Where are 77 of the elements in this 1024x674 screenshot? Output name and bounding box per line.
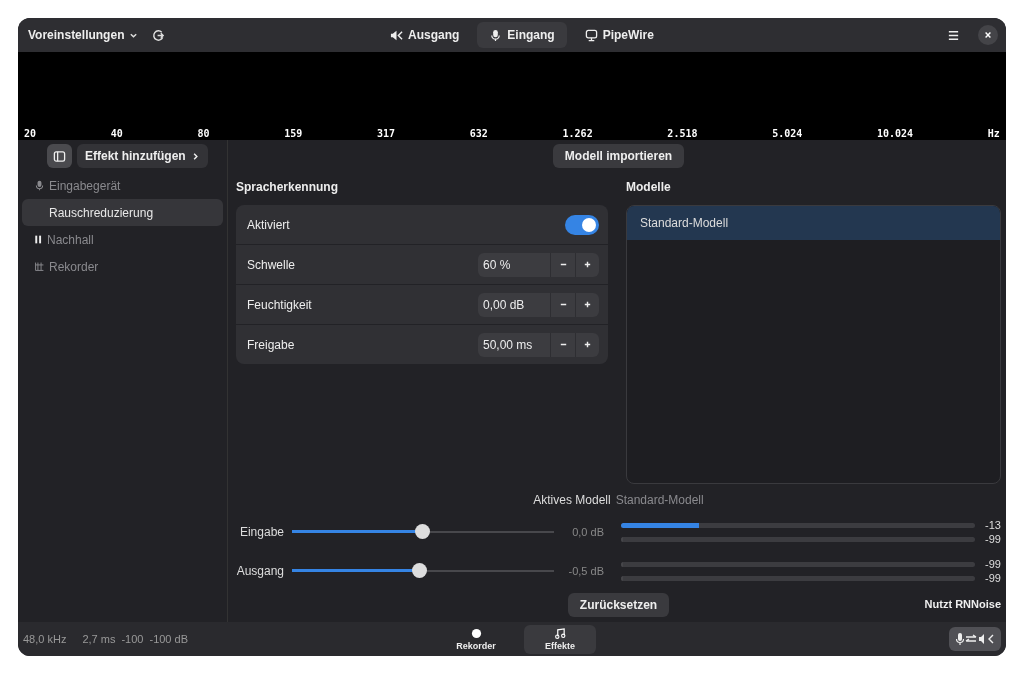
music-note-icon <box>554 628 566 639</box>
frequency-label: 80 <box>197 128 210 139</box>
toggle-switch[interactable] <box>565 214 599 235</box>
active-model-label: Aktives Modell <box>533 493 611 507</box>
circular-arrow-icon[interactable] <box>152 28 166 42</box>
routing-button[interactable] <box>949 627 1001 651</box>
increase-button[interactable] <box>575 292 599 317</box>
status-reading: -100 dB <box>149 633 188 645</box>
gain-reading: -0,5 dB <box>567 565 604 577</box>
meter-reading: -13 <box>984 519 1001 531</box>
increase-button[interactable] <box>575 332 599 357</box>
bottom-tab[interactable]: Effekte <box>524 625 596 654</box>
frequency-label: 1.262 <box>562 128 593 139</box>
decrease-button[interactable] <box>551 252 575 277</box>
microphone-icon <box>489 28 503 42</box>
frequency-label: 632 <box>469 128 488 139</box>
status-reading: 2,7 ms <box>82 633 116 645</box>
value-field[interactable]: 50,00 ms <box>478 332 551 357</box>
frequency-label: Hz <box>987 128 1000 139</box>
sidebar-icon <box>53 149 66 163</box>
import-model-button[interactable]: Modell importieren <box>552 144 685 168</box>
frequency-label: 20 <box>24 128 37 139</box>
status-reading: 48,0 kHz <box>23 633 67 645</box>
status-reading: -100 <box>121 633 144 645</box>
meter-reading: -99 <box>984 572 1001 584</box>
gain-slider[interactable] <box>292 524 554 540</box>
view-tab[interactable]: PipeWire <box>572 22 666 48</box>
close-button[interactable] <box>978 25 998 45</box>
frequency-label: 159 <box>284 128 303 139</box>
section-title: Spracherkennung <box>236 180 340 196</box>
sidebar-item[interactable]: Eingabegerät <box>22 172 223 199</box>
reset-button[interactable]: Zurücksetzen <box>567 593 670 617</box>
sidebar-item[interactable]: Nachhall <box>22 226 223 253</box>
setting-label: Feuchtigkeit <box>247 297 312 312</box>
sidebar-toggle-button[interactable] <box>47 144 72 168</box>
close-icon <box>984 31 992 39</box>
frequency-label: 10.024 <box>877 128 914 139</box>
active-model-value: Standard-Modell <box>615 493 704 507</box>
setting-label: Aktiviert <box>247 217 290 232</box>
recorder-icon <box>34 261 45 272</box>
sidebar-item[interactable]: Rekorder <box>22 253 223 280</box>
setting-label: Schwelle <box>247 257 296 272</box>
setting-label: Freigabe <box>247 337 295 352</box>
frequency-label: 5.024 <box>772 128 803 139</box>
plus-icon <box>583 300 592 309</box>
speaker-icon <box>390 28 403 42</box>
add-effect-button[interactable]: Effekt hinzufügen <box>77 144 208 168</box>
frequency-label: 40 <box>110 128 123 139</box>
meter-reading: -99 <box>984 558 1001 570</box>
menu-icon[interactable] <box>947 28 960 42</box>
sidebar-item[interactable]: Rauschreduzierung <box>22 199 223 226</box>
model-item[interactable]: Standard-Modell <box>627 206 1000 240</box>
value-field[interactable]: 60 % <box>478 252 551 277</box>
decrease-button[interactable] <box>551 292 575 317</box>
meter-reading: -99 <box>984 533 1001 545</box>
monitor-icon <box>584 28 598 42</box>
dot-icon <box>470 628 482 639</box>
view-tab[interactable]: Eingang <box>477 22 567 48</box>
gain-reading: 0,0 dB <box>571 526 604 538</box>
gain-label: Eingabe <box>238 525 284 539</box>
gain-slider[interactable] <box>292 563 554 579</box>
gain-label: Ausgang <box>236 564 284 578</box>
microphone-icon <box>34 180 45 191</box>
frequency-label: 2.518 <box>667 128 698 139</box>
increase-button[interactable] <box>575 252 599 277</box>
input-to-output-icon <box>955 632 995 646</box>
view-tab[interactable]: Ausgang <box>378 22 472 48</box>
engine-note: Nutzt RNNoise <box>924 598 1001 610</box>
bottom-tab[interactable]: Rekorder <box>440 625 512 654</box>
pause-icon <box>34 234 43 245</box>
frequency-label: 317 <box>377 128 396 139</box>
value-field[interactable]: 0,00 dB <box>478 292 551 317</box>
decrease-button[interactable] <box>551 332 575 357</box>
presets-dropdown[interactable]: Voreinstellungen <box>28 24 139 46</box>
plus-icon <box>583 260 592 269</box>
section-title: Modelle <box>626 180 672 196</box>
plus-icon <box>583 340 592 349</box>
